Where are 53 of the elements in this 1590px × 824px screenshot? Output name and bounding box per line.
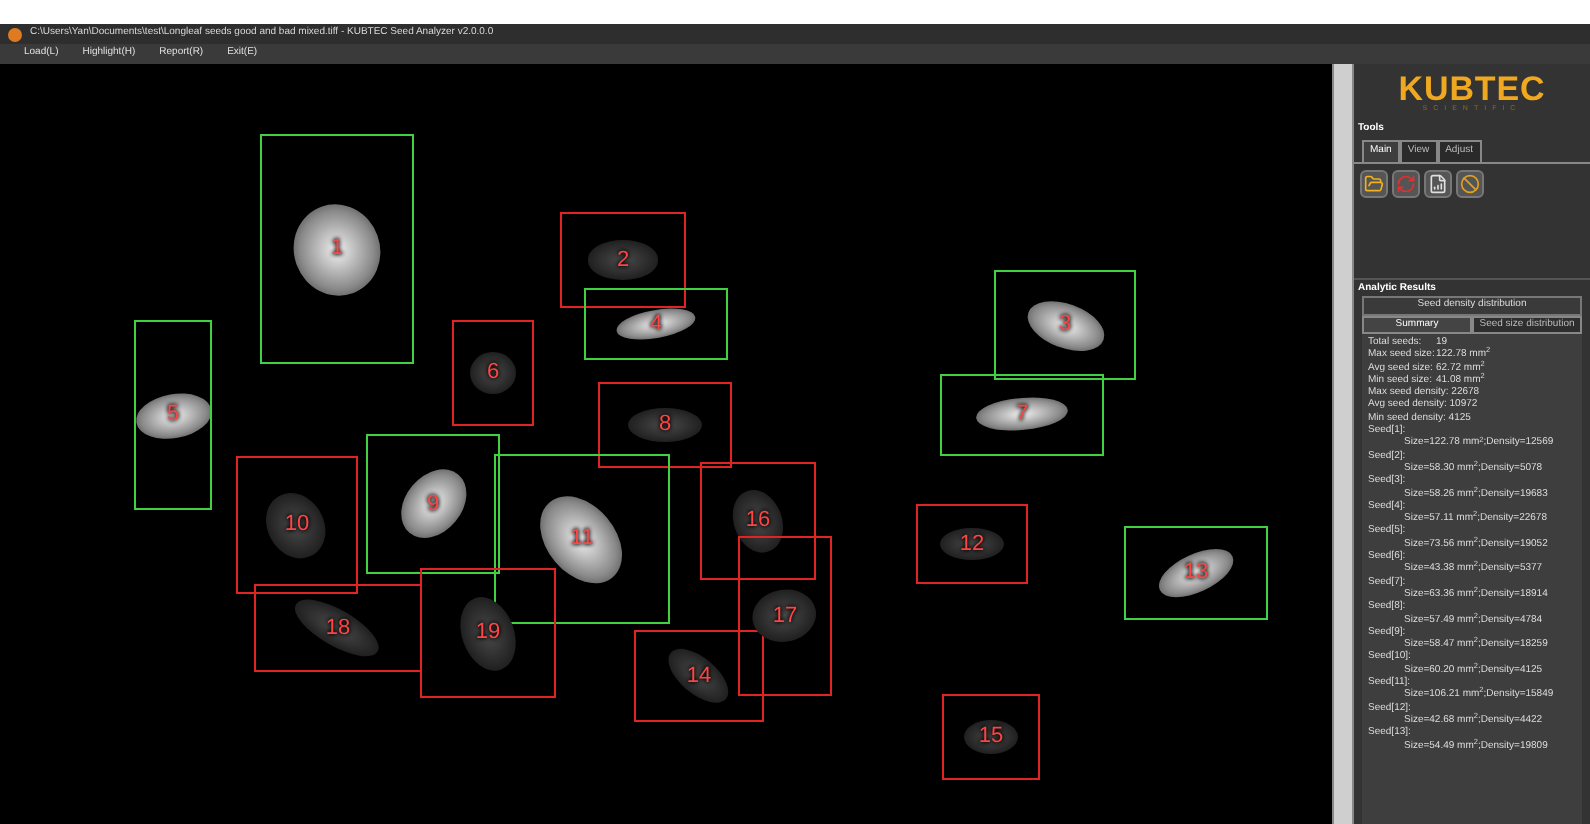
seed-number: 8 [658, 414, 672, 436]
seed-xray [470, 351, 516, 395]
seed-number: 1 [330, 238, 344, 260]
seed-bounding-box[interactable]: 12 [916, 504, 1028, 584]
seed-bounding-box[interactable]: 18 [254, 584, 422, 672]
seed-bounding-box[interactable]: 15 [942, 694, 1040, 780]
seed-bounding-box[interactable]: 11 [494, 454, 670, 624]
seed-bounding-box[interactable]: 1 [260, 134, 414, 364]
seed-number: 13 [1183, 562, 1209, 584]
app-icon [8, 27, 22, 41]
seed-xray [963, 719, 1019, 755]
seed-number: 12 [959, 533, 985, 555]
seed-number: 11 [570, 528, 594, 550]
seed-bounding-box[interactable]: 13 [1124, 526, 1268, 620]
seed-bounding-box[interactable]: 5 [134, 320, 212, 510]
seed-number: 17 [772, 605, 798, 627]
seed-xray [940, 528, 1004, 560]
seed-number: 15 [978, 726, 1004, 748]
scrollbar[interactable] [1332, 64, 1354, 824]
seed-number: 3 [1058, 314, 1072, 336]
seed-bounding-box[interactable]: 6 [452, 320, 534, 426]
tool-button[interactable] [1360, 169, 1388, 197]
refresh-icon [1396, 173, 1416, 193]
seed-bounding-box[interactable]: 17 [738, 536, 832, 696]
seed-number: 5 [166, 404, 180, 426]
seed-xray [627, 407, 703, 443]
report-icon [1428, 173, 1448, 193]
seed-number: 14 [686, 665, 712, 687]
seed-number: 10 [284, 514, 310, 536]
seed-number: 18 [325, 617, 351, 639]
folder-icon [1364, 173, 1384, 193]
seed-number: 7 [1015, 404, 1029, 426]
seed-bounding-box[interactable]: 4 [584, 288, 728, 360]
seed-bounding-box[interactable]: 9 [366, 434, 500, 574]
logo-text: KUBTEC [1398, 72, 1546, 106]
seed-number: 19 [475, 622, 501, 644]
seed-number: 9 [426, 493, 440, 515]
seed-xray [587, 240, 659, 280]
tool-button[interactable] [1424, 169, 1452, 197]
seed-number: 2 [616, 249, 630, 271]
seed-number: 16 [745, 510, 771, 532]
seed-bounding-box[interactable]: 10 [236, 456, 358, 594]
seed-number: 6 [486, 362, 500, 384]
seed-bounding-box[interactable]: 19 [420, 568, 556, 698]
seed-number: 4 [649, 313, 663, 335]
seed-bounding-box[interactable]: 2 [560, 212, 686, 308]
seed-bounding-box[interactable]: 16 [700, 462, 816, 580]
seed-bounding-box[interactable]: 14 [634, 630, 764, 722]
seed-bounding-box[interactable]: 8 [598, 382, 732, 468]
seed-bounding-box[interactable]: 7 [940, 374, 1104, 456]
prohibited-icon [1460, 173, 1480, 193]
seed-bounding-box[interactable]: 3 [994, 270, 1136, 380]
tool-button[interactable] [1456, 169, 1484, 197]
